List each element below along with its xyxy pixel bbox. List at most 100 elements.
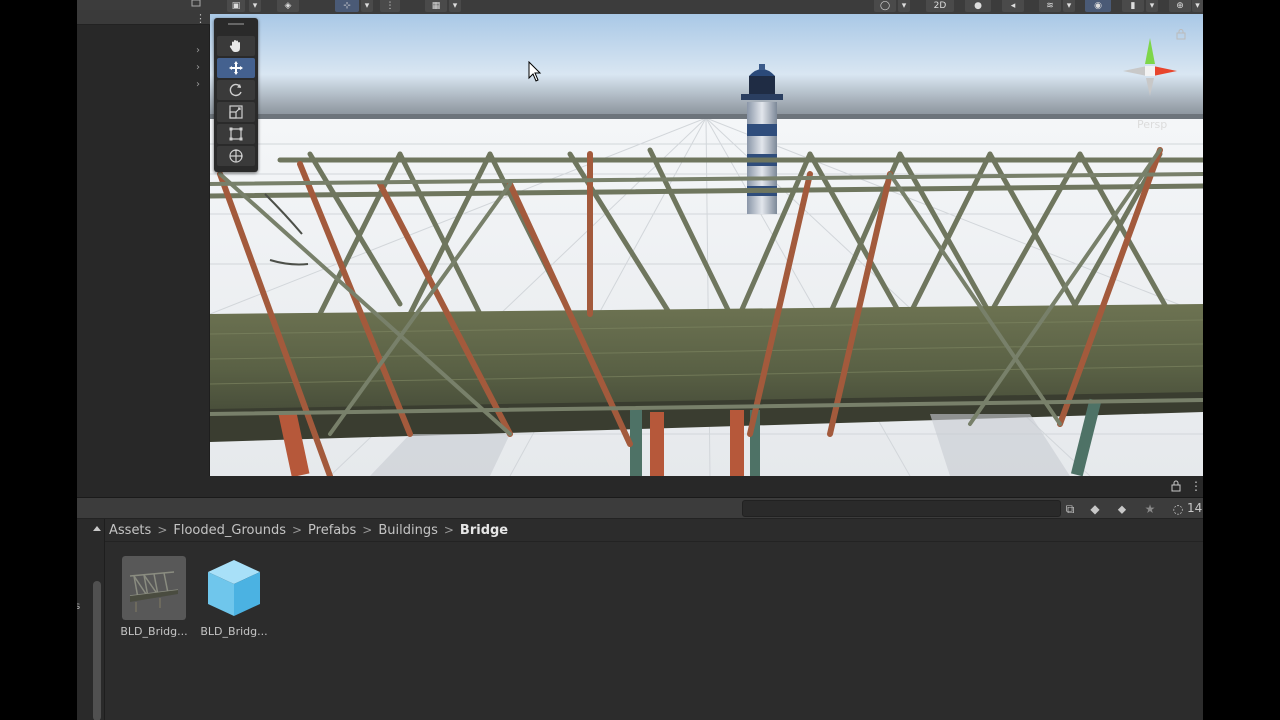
hierarchy-header	[77, 0, 210, 10]
pivot-dropdown[interactable]: ▾	[361, 0, 373, 12]
label-filter-button[interactable]: ⬥	[1114, 501, 1130, 517]
tools-dropdown[interactable]: ▾	[1146, 0, 1158, 12]
project-tab-bar: ⋮	[77, 476, 1203, 498]
kebab-menu-icon[interactable]: ⋮	[1190, 479, 1202, 493]
asset-item[interactable]: BLD_Bridg...	[195, 556, 273, 638]
favorites-button[interactable]: ★	[1142, 501, 1158, 517]
scale-icon	[229, 105, 243, 119]
hand-icon	[229, 40, 240, 52]
gizmo-x-axis[interactable]	[1153, 66, 1177, 76]
chevron-down-icon: ▾	[901, 1, 907, 11]
expand-arrow-icon[interactable]: ›	[196, 45, 200, 56]
lighting-toggle-button[interactable]: ●	[965, 0, 991, 12]
model-cube-icon	[208, 560, 260, 616]
gizmo-neg-y-axis[interactable]	[1146, 78, 1154, 96]
chevron-down-icon: ▾	[1195, 1, 1200, 11]
breadcrumb-item[interactable]: Assets	[109, 523, 151, 538]
rotate-icon	[229, 83, 242, 97]
2d-toggle-button[interactable]: 2D	[926, 0, 954, 12]
scene-render[interactable]	[210, 14, 1203, 476]
scene-view[interactable]	[210, 14, 1203, 476]
collapse-arrow-icon[interactable]	[92, 524, 102, 532]
breadcrumb: Assets > Flooded_Grounds > Prefabs > Bui…	[109, 520, 508, 540]
breadcrumb-item[interactable]: Flooded_Grounds	[173, 523, 286, 538]
expand-arrow-icon[interactable]: ›	[196, 62, 200, 73]
hierarchy-search-bar[interactable]	[77, 10, 210, 25]
breadcrumb-separator: >	[157, 523, 168, 537]
globe-icon: ⊕	[1176, 1, 1184, 11]
tag-icon: ⬥	[1117, 501, 1127, 516]
transform-tool-button[interactable]	[217, 146, 255, 166]
grid-dropdown[interactable]: ▾	[449, 0, 461, 12]
star-icon: ★	[1144, 502, 1156, 516]
folder-tree[interactable]: s	[77, 519, 105, 720]
scene-camera-dropdown[interactable]: ▾	[898, 0, 910, 12]
hand-tool-button[interactable]	[217, 36, 255, 56]
drag-handle[interactable]	[228, 23, 244, 25]
kebab-menu-icon[interactable]: ⋮	[195, 12, 206, 25]
breadcrumb-separator: >	[291, 523, 303, 537]
speaker-icon: ◂	[1010, 1, 1016, 11]
search-by-label-button[interactable]: ◆	[1087, 501, 1103, 517]
draw-mode-dropdown[interactable]: ▾	[249, 0, 261, 12]
tool-palette	[214, 18, 258, 172]
layout-icon[interactable]	[191, 0, 201, 8]
divider	[105, 541, 1203, 542]
hidden-packages-button[interactable]: ◌	[1170, 501, 1186, 517]
move-tool-button[interactable]	[217, 58, 255, 78]
rect-transform-icon	[229, 127, 243, 141]
audio-toggle-button[interactable]: ◂	[1002, 0, 1024, 12]
shading-icon: ▣	[231, 1, 241, 11]
lock-icon[interactable]	[1171, 480, 1181, 492]
project-panel: ⋮ ⧉ ◆ ⬥ ★ ◌ 14 s Assets > Flooded_Ground…	[77, 476, 1203, 720]
grid-button[interactable]: ▦	[425, 0, 447, 12]
gizmo-neg-x-axis[interactable]	[1123, 66, 1147, 76]
chevron-down-icon: ▾	[1066, 1, 1072, 11]
asset-item[interactable]: BLD_Bridg...	[115, 556, 193, 638]
projection-label[interactable]: Persp	[1137, 118, 1167, 131]
hidden-packages-count: 14	[1187, 501, 1203, 515]
folder-tree-scrollbar[interactable]	[93, 581, 101, 720]
eye-slash-icon: ◌	[1172, 502, 1184, 516]
grid-icon: ▦	[431, 1, 441, 11]
eye-icon: ◉	[1094, 1, 1102, 11]
gizmo-center[interactable]	[1145, 66, 1155, 76]
search-by-type-button[interactable]: ⧉	[1062, 501, 1078, 517]
transform-icon	[229, 149, 243, 163]
gizmo-y-axis[interactable]	[1145, 38, 1155, 64]
layers-icon: ≋	[1046, 1, 1054, 11]
gizmos-button[interactable]: ⊕	[1169, 0, 1191, 12]
rotate-tool-button[interactable]	[217, 80, 255, 100]
breadcrumb-item[interactable]: Buildings	[378, 523, 438, 538]
move-icon	[229, 61, 243, 75]
scene-toolbar: ▣ ▾ ◈ ⊹ ▾ ⋮ ▦ ▾ ◯ ▾ 2D ● ◂ ≋ ▾ ◉ ▮ ▾ ⊕ ▾	[77, 0, 1203, 14]
effects-button[interactable]: ≋	[1039, 0, 1061, 12]
breadcrumb-item[interactable]: Prefabs	[308, 523, 356, 538]
prefab-thumbnail	[122, 556, 186, 620]
project-search-input[interactable]	[742, 500, 1061, 517]
effects-dropdown[interactable]: ▾	[1063, 0, 1075, 12]
gizmos-dropdown[interactable]: ▾	[1192, 0, 1203, 12]
breadcrumb-separator: >	[362, 523, 373, 537]
expand-arrow-icon[interactable]: ›	[196, 79, 200, 90]
scene-camera-button[interactable]: ◯	[874, 0, 896, 12]
pivot-button[interactable]: ⊹	[335, 0, 359, 12]
asset-label: BLD_Bridg...	[200, 625, 268, 638]
unity-editor: ▣ ▾ ◈ ⊹ ▾ ⋮ ▦ ▾ ◯ ▾ 2D ● ◂ ≋ ▾ ◉ ▮ ▾ ⊕ ▾…	[77, 0, 1203, 720]
lightbulb-icon: ●	[974, 1, 982, 11]
camera-orbit-icon: ◯	[879, 1, 891, 11]
hierarchy-panel: ⋮ › › ›	[77, 0, 210, 476]
draw-mode-button[interactable]: ▣	[227, 0, 245, 12]
visibility-toggle-button[interactable]: ◉	[1085, 0, 1111, 12]
rect-tool-button[interactable]	[217, 124, 255, 144]
lock-icon[interactable]	[1175, 28, 1187, 40]
tools-button[interactable]: ▮	[1122, 0, 1144, 12]
scale-tool-button[interactable]	[217, 102, 255, 122]
breadcrumb-current[interactable]: Bridge	[460, 523, 508, 538]
mouse-cursor-icon	[528, 61, 542, 82]
asset-label: BLD_Bridg...	[120, 625, 188, 638]
snap-button[interactable]: ⋮	[380, 0, 400, 12]
render-icon: ◈	[284, 1, 292, 11]
truncated-folder-label[interactable]: s	[77, 601, 80, 612]
render-mode-button[interactable]: ◈	[277, 0, 299, 12]
